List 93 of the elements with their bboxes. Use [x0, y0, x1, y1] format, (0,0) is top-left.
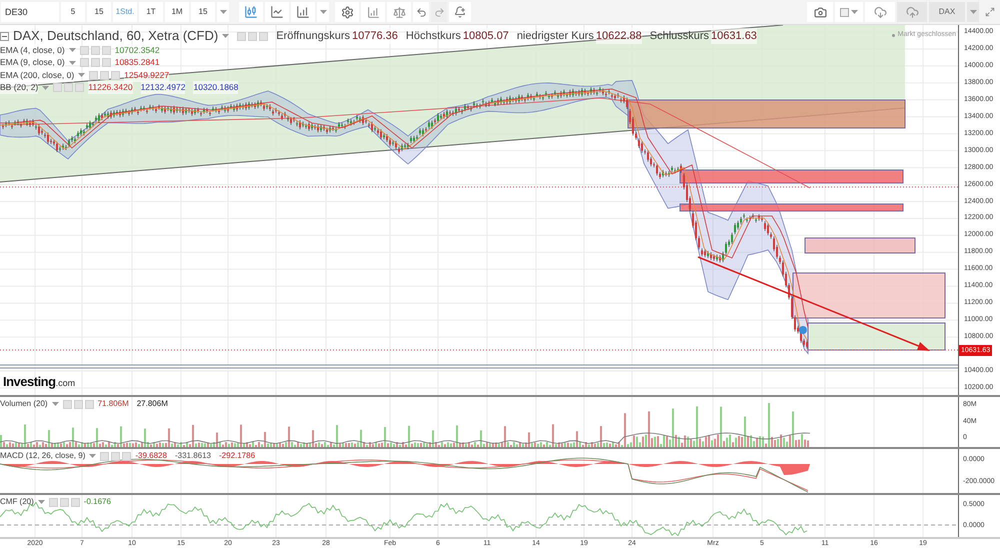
- compare-button[interactable]: [387, 2, 411, 22]
- settings-button[interactable]: [335, 2, 359, 22]
- logo-suffix: .com: [56, 377, 76, 390]
- caret-icon: [851, 10, 858, 14]
- visibility-toggle[interactable]: [100, 452, 110, 460]
- caret-icon: [89, 454, 96, 458]
- chart-type-dropdown[interactable]: [317, 2, 329, 22]
- quote-label: Schlusskurs: [650, 28, 710, 44]
- symbol-input[interactable]: DE30: [1, 2, 59, 22]
- indicator-value: 12549.9227: [124, 68, 170, 82]
- line-chart-icon: [270, 5, 284, 19]
- indicator-value: -39.6828: [135, 450, 167, 462]
- interval-button[interactable]: 15: [87, 2, 111, 22]
- indicator-value: -0.1676: [84, 496, 111, 508]
- indicator-value: -292.1786: [219, 450, 256, 462]
- quote-value: 10776.36: [352, 28, 398, 44]
- camera-button[interactable]: [807, 2, 833, 22]
- panel-label: Volumen (20): [0, 398, 48, 410]
- caret-icon: [42, 86, 50, 90]
- settings-toggle[interactable]: [111, 452, 120, 460]
- quote-value: 10631.63: [711, 28, 757, 44]
- bars-chart-button[interactable]: [291, 2, 315, 22]
- caret-icon: [970, 10, 976, 14]
- camera-icon: [814, 6, 826, 18]
- settings-toggle[interactable]: [74, 400, 83, 408]
- caret-icon: [78, 73, 86, 78]
- caret-icon: [220, 10, 226, 14]
- remove-toggle[interactable]: [75, 83, 84, 92]
- indicator-value: 10835.2841: [114, 56, 160, 70]
- cloud-download-icon: [874, 6, 886, 18]
- quote-label: niedrigster Kurs: [516, 28, 594, 44]
- caret-icon: [38, 500, 45, 504]
- interval-button[interactable]: 1M: [165, 2, 189, 22]
- cloud-upload-icon: [906, 6, 918, 18]
- cloud-download-button[interactable]: [865, 2, 895, 22]
- quote-value: 10622.88: [596, 28, 642, 44]
- color-swatch: [840, 8, 849, 16]
- alert-button[interactable]: [449, 2, 471, 22]
- caret-icon: [68, 60, 76, 65]
- indicator-value: 71.806M: [98, 398, 129, 410]
- indicator-label: EMA (4, close, 0): [0, 44, 65, 57]
- indicator-label: EMA (9, close, 0): [0, 56, 65, 70]
- interval-button[interactable]: 15: [191, 2, 215, 22]
- panel-label: MACD (12, 26, close, 9): [0, 450, 86, 462]
- bell-plus-icon: [454, 6, 466, 18]
- bar-chart-icon: [366, 6, 380, 18]
- quote-label: Eröffnungskurs: [276, 28, 350, 44]
- undo-button[interactable]: [413, 2, 429, 22]
- caret-icon: [52, 402, 59, 406]
- caret-icon: [68, 48, 76, 52]
- indicator-value: 12132.4972: [140, 81, 186, 94]
- visibility-toggle[interactable]: [48, 498, 58, 506]
- indicator-value: 10702.3542: [114, 44, 160, 57]
- interval-dropdown[interactable]: [217, 2, 229, 22]
- remove-toggle[interactable]: [122, 452, 132, 460]
- indicators-button[interactable]: [361, 2, 385, 22]
- remove-toggle[interactable]: [84, 400, 94, 408]
- line-chart-button[interactable]: [265, 2, 289, 22]
- logo-brand: Investing: [3, 373, 56, 391]
- panel-label: CMF (20): [0, 496, 34, 508]
- caret-icon: [222, 34, 230, 38]
- indicator-value: 27.806M: [136, 398, 168, 410]
- quote-label: Höchstkurs: [406, 28, 461, 44]
- indicator-value: -331.8613: [174, 450, 211, 462]
- quote-value: 10805.07: [462, 28, 509, 44]
- visibility-toggle[interactable]: [53, 83, 62, 92]
- settings-icon: [340, 6, 354, 18]
- caret-icon: [320, 10, 326, 14]
- undo-icon: [416, 6, 426, 18]
- instrument-button[interactable]: DAX: [929, 2, 965, 22]
- redo-icon: [434, 6, 444, 18]
- redo-button[interactable]: [431, 2, 447, 22]
- marker-icon: [799, 326, 807, 334]
- visibility-toggle[interactable]: [62, 400, 72, 408]
- instrument-title: DAX, Deutschland, 60, Xetra (CFD): [13, 27, 218, 46]
- interval-button[interactable]: 5: [61, 2, 85, 22]
- indicator-label: EMA (200, close, 0): [0, 68, 74, 82]
- candlestick-icon: [244, 5, 258, 19]
- remove-toggle[interactable]: [70, 498, 80, 506]
- instrument-dropdown[interactable]: [967, 2, 979, 22]
- scale-icon: [392, 6, 406, 18]
- color-picker-button[interactable]: [835, 2, 863, 22]
- indicator-value: 11226.3420: [88, 81, 133, 94]
- settings-toggle[interactable]: [60, 498, 69, 506]
- collapse-icon[interactable]: [0, 32, 9, 40]
- interval-button[interactable]: 1T: [139, 2, 163, 22]
- indicator-value: 10320.1868: [193, 81, 238, 94]
- indicator-label: BB (20, 2): [0, 81, 38, 94]
- candles-chart-button[interactable]: [239, 2, 263, 22]
- settings-toggle[interactable]: [64, 83, 74, 92]
- cloud-upload-button[interactable]: [897, 2, 927, 22]
- expand-icon: [985, 7, 995, 17]
- bar-chart-icon: [296, 5, 310, 19]
